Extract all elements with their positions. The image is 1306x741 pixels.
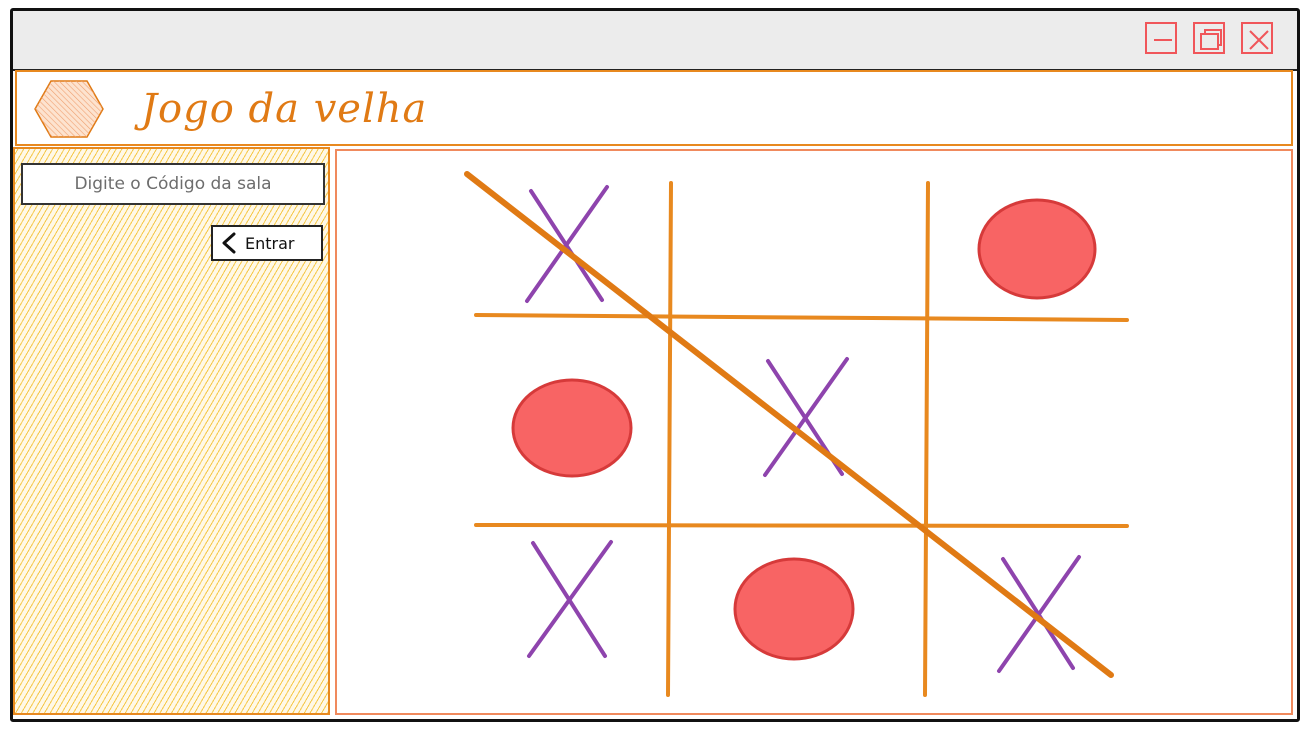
game-board: [464, 171, 1129, 697]
grid-line-vertical-2: [923, 181, 930, 697]
grid-line-vertical-1: [666, 181, 673, 697]
cell-x-mark[interactable]: [527, 540, 613, 658]
cell-o-mark[interactable]: [511, 378, 633, 478]
grid-line-horizontal-2: [474, 523, 1129, 528]
cell-o-mark[interactable]: [977, 198, 1097, 300]
cell-o-mark[interactable]: [733, 557, 855, 661]
game-board-area: [335, 149, 1293, 715]
grid-line-horizontal-1: [474, 313, 1129, 322]
cell-x-mark[interactable]: [525, 185, 609, 303]
cell-x-mark[interactable]: [997, 555, 1081, 673]
app-window: Jogo da velha Entrar: [10, 8, 1300, 722]
